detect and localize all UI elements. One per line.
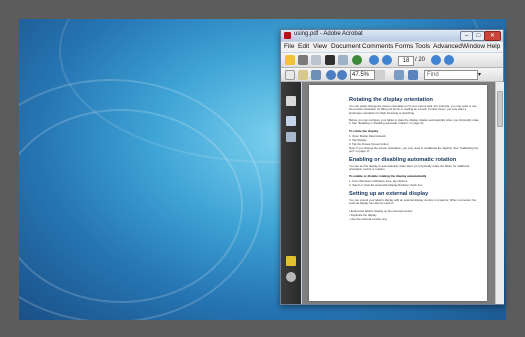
search-icon[interactable] (325, 55, 335, 65)
menu-tools[interactable]: Tools (415, 43, 430, 50)
pdf-page: Rotating the display orientation You can… (309, 85, 487, 301)
subheading: To enable or disable rotating the displa… (349, 174, 427, 178)
menu-document[interactable]: Document (331, 43, 361, 50)
zoom-tool-icon[interactable] (311, 70, 321, 80)
fit-page-icon[interactable] (394, 70, 404, 80)
previous-view-icon[interactable] (431, 55, 441, 65)
pages-icon[interactable] (286, 96, 296, 106)
monitor-bezel: using.pdf - Adobe Acrobat – □ ✕ File Edi… (0, 0, 525, 337)
menu-help[interactable]: Help (487, 43, 500, 50)
subheading: To rotate the display (349, 129, 379, 133)
main-toolbar: 18 / 20 (281, 53, 503, 68)
menu-comments[interactable]: Comments (362, 43, 393, 50)
email-icon[interactable] (311, 55, 321, 65)
select-tool-icon[interactable] (285, 70, 295, 80)
find-dropdown-icon[interactable]: ▾ (478, 71, 481, 78)
print-icon[interactable] (298, 55, 308, 65)
acrobat-icon (284, 32, 291, 39)
comment-icon[interactable] (286, 256, 296, 266)
paragraph: You can set the display to automatically… (349, 164, 470, 172)
zoom-dropdown-icon[interactable] (375, 70, 385, 80)
heading-enabling: Enabling or disabling automatic rotation (349, 157, 457, 163)
scrollbar-thumb[interactable] (497, 91, 503, 127)
find-field[interactable]: Find (424, 70, 478, 80)
zoom-field[interactable]: 47.5% (350, 70, 375, 80)
bookmarks-icon[interactable] (286, 116, 296, 126)
zoom-out-icon[interactable] (326, 70, 336, 80)
attach-icon[interactable] (352, 55, 362, 65)
up-arrow-icon[interactable] (369, 55, 379, 65)
next-view-icon[interactable] (444, 55, 454, 65)
heading-external: Setting up an external display (349, 191, 429, 197)
window-title: using.pdf - Adobe Acrobat (294, 31, 363, 37)
menu-file[interactable]: File (284, 43, 294, 50)
navigation-pane (281, 82, 301, 304)
attachment-icon[interactable] (286, 272, 296, 282)
menu-bar: File Edit View Document Comments Forms T… (281, 42, 503, 52)
fit-width-icon[interactable] (408, 70, 418, 80)
vertical-scrollbar[interactable] (495, 82, 504, 304)
page-total-label: / 20 (415, 57, 426, 63)
open-folder-icon[interactable] (285, 55, 295, 65)
menu-edit[interactable]: Edit (298, 43, 309, 50)
save-icon[interactable] (338, 55, 348, 65)
acrobat-window[interactable]: using.pdf - Adobe Acrobat – □ ✕ File Edi… (280, 29, 504, 305)
paragraph: You can extend your tablet's display wit… (349, 198, 477, 206)
view-toolbar: 47.5% Find ▾ (281, 68, 503, 82)
list-item: 2. Select or clear the Automatic Display… (349, 183, 423, 187)
menu-window[interactable]: Window (462, 43, 485, 50)
menu-advanced[interactable]: Advanced (433, 43, 462, 50)
close-button[interactable]: ✕ (484, 31, 501, 41)
menu-view[interactable]: View (313, 43, 327, 50)
document-view[interactable]: Rotating the display orientation You can… (302, 82, 495, 304)
zoom-in-icon[interactable] (337, 70, 347, 80)
paragraph: Note: If you change the screen orientati… (349, 146, 479, 154)
signatures-icon[interactable] (286, 132, 296, 142)
page-number-field[interactable]: 18 (398, 56, 414, 66)
paragraph: You can easily change the screen orienta… (349, 104, 477, 115)
down-arrow-icon[interactable] (382, 55, 392, 65)
paragraph: Before you can configure your tablet or … (349, 118, 479, 126)
title-bar[interactable]: using.pdf - Adobe Acrobat – □ ✕ (281, 30, 503, 41)
menu-forms[interactable]: Forms (395, 43, 413, 50)
hand-tool-icon[interactable] (298, 70, 308, 80)
list-item: • Use the external monitor only (349, 217, 388, 221)
heading-rotating: Rotating the display orientation (349, 97, 433, 103)
